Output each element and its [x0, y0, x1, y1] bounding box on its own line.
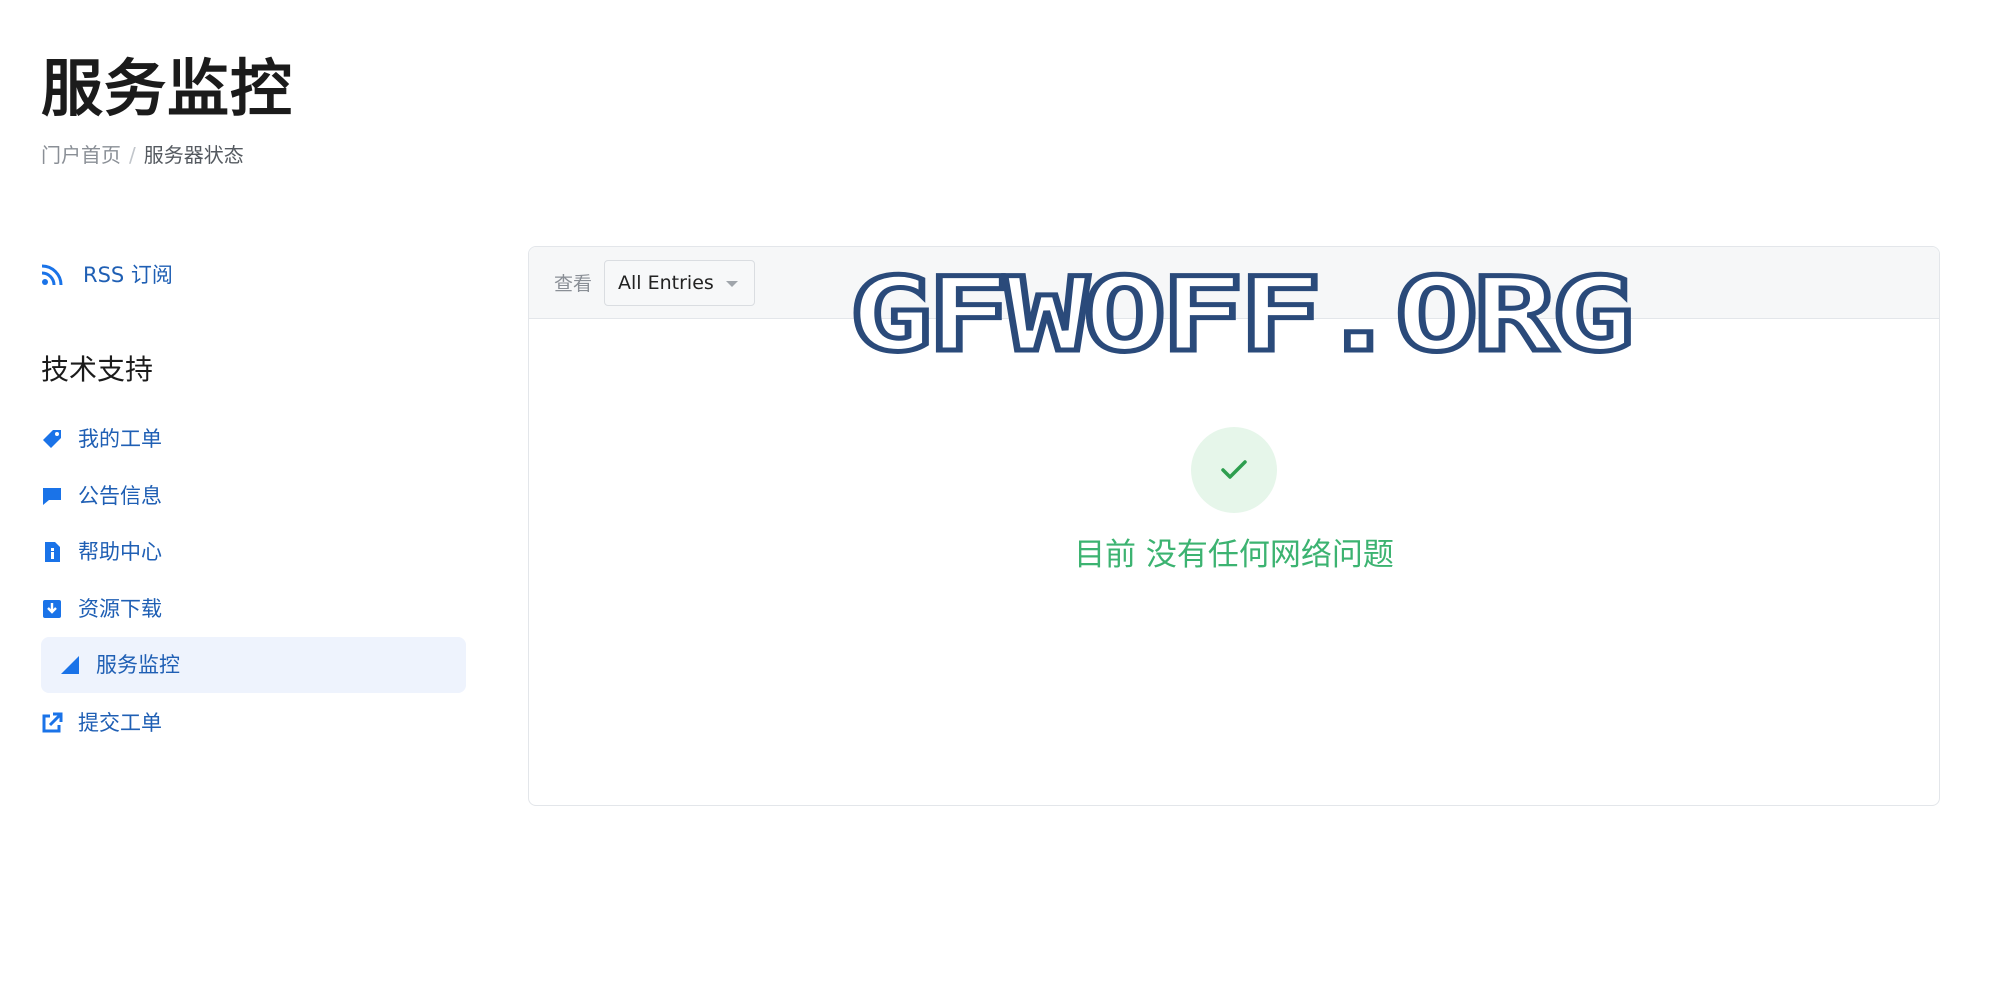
panel-toolbar: 查看 All Entries	[529, 247, 1939, 319]
entries-filter-select[interactable]: All Entries	[604, 259, 756, 306]
breadcrumb: 门户首页 / 服务器状态	[41, 139, 244, 171]
rss-subscribe-link[interactable]: RSS 订阅	[41, 260, 173, 290]
sidebar-item-help-center[interactable]: 帮助中心	[41, 537, 162, 567]
signal-triangle-icon	[59, 654, 81, 676]
status-body: 目前 没有任何网络问题	[529, 319, 1939, 805]
info-document-icon	[41, 541, 63, 563]
sidebar-item-label: 公告信息	[78, 484, 162, 508]
breadcrumb-separator: /	[129, 143, 136, 167]
chevron-down-icon	[726, 280, 739, 287]
tag-icon	[41, 428, 63, 450]
external-link-icon	[41, 712, 63, 734]
sidebar-item-announcements[interactable]: 公告信息	[41, 481, 162, 511]
rss-label: RSS 订阅	[83, 263, 173, 287]
check-icon	[1221, 460, 1247, 479]
status-ok-badge	[1191, 427, 1277, 513]
filter-selected-value: All Entries	[618, 271, 714, 294]
sidebar-item-downloads[interactable]: 资源下载	[41, 594, 162, 624]
rss-icon	[41, 264, 63, 286]
sidebar-item-label: 资源下载	[78, 597, 162, 621]
sidebar-item-submit-ticket[interactable]: 提交工单	[41, 708, 162, 738]
sidebar-item-label: 提交工单	[78, 711, 162, 735]
breadcrumb-home[interactable]: 门户首页	[41, 139, 121, 171]
sidebar-item-my-tickets[interactable]: 我的工单	[41, 424, 162, 454]
status-panel: 查看 All Entries 目前 没有任何网络问题	[528, 246, 1940, 806]
page: 服务监控 门户首页 / 服务器状态 RSS 订阅 技术支持 我的工单 公告信息	[0, 0, 2003, 991]
sidebar-item-service-monitor[interactable]: 服务监控	[41, 637, 466, 693]
sidebar-item-label: 我的工单	[78, 427, 162, 451]
comment-icon	[41, 485, 63, 507]
download-icon	[41, 598, 63, 620]
sidebar-item-label: 帮助中心	[78, 540, 162, 564]
support-section-title: 技术支持	[41, 353, 154, 386]
breadcrumb-current: 服务器状态	[143, 143, 244, 167]
sidebar-item-label: 服务监控	[96, 653, 180, 677]
filter-label: 查看	[554, 273, 593, 295]
status-message: 目前 没有任何网络问题	[1074, 537, 1394, 573]
page-title: 服务监控	[41, 52, 294, 125]
